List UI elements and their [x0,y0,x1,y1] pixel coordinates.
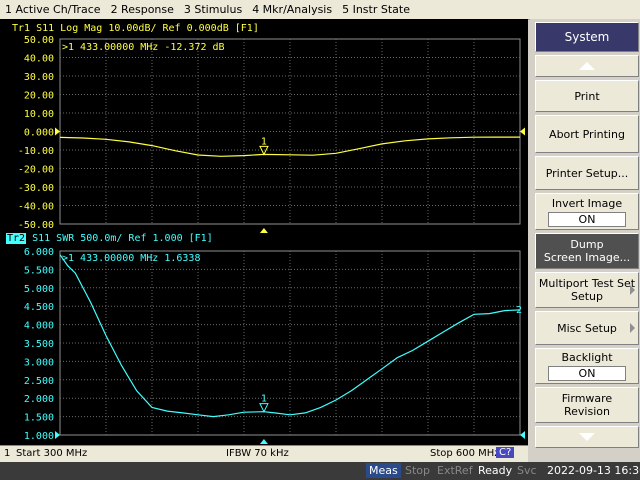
softkey-menu-title: System [535,22,639,52]
channel-number: 1 [4,448,11,459]
trace2-y-tick-label: 3.000 [24,357,54,368]
trace2-marker-1-icon [259,403,269,413]
abort-printing-label: Abort Printing [549,127,625,141]
instrument-status-bar: Meas Stop ExtRef Ready Svc 2022-09-13 16… [0,462,640,480]
firmware-label-line2: Revision [564,405,610,418]
trace1-y-tick-label: 30.00 [24,72,54,83]
trace1-marker-readout: >1 433.00000 MHz -12.372 dB [62,42,225,53]
stop-indicator: Stop [405,464,431,477]
ready-indicator: Ready [478,464,513,477]
trace2-title-bar[interactable]: Tr2 S11 SWR 500.0m/ Ref 1.000 [F1] [6,233,213,244]
trace1-y-tick-label: -20.00 [18,165,54,176]
trace2-stimulus-marker-icon [259,439,268,444]
trace2-active-tag: Tr2 [6,233,27,244]
menu-instr-state[interactable]: 5 Instr State [337,3,415,16]
firmware-label-line1: Firmware [561,392,613,405]
trace2-y-tick-label: 3.500 [24,339,54,350]
trace2-y-tick-label: 1.000 [24,431,54,442]
trace2-y-tick-label: 4.000 [24,321,54,332]
trace1-stimulus-marker-icon [259,228,268,233]
misc-setup-button[interactable]: Misc Setup [535,311,639,345]
printer-setup-button[interactable]: Printer Setup... [535,156,639,190]
extref-indicator: ExtRef [437,464,473,477]
backlight-button[interactable]: Backlight ON [535,348,639,384]
trace2-y-tick-label: 2.000 [24,394,54,405]
trace2-y-tick-label: 2.500 [24,376,54,387]
trace1-ref-left-icon [55,127,60,136]
trace1-y-tick-label: 20.00 [24,91,54,102]
menu-mkr-analysis[interactable]: 4 Mkr/Analysis [247,3,337,16]
invert-image-label: Invert Image [551,196,623,210]
dump-screen-image-button[interactable]: Dump Screen Image... [535,233,639,269]
trace1-y-tick-label: 50.00 [24,35,54,46]
trace2-y-tick-label: 6.000 [24,247,54,258]
trace1-marker-1-label: 1 [261,136,267,147]
submenu-arrow-icon [630,323,635,333]
invert-image-value: ON [548,211,626,227]
trace1-y-tick-label: -40.00 [18,202,54,213]
print-label: Print [574,89,600,103]
firmware-revision-button[interactable]: Firmware Revision [535,387,639,423]
trace2-ref-right-icon [520,431,525,439]
invert-image-button[interactable]: Invert Image ON [535,193,639,230]
abort-printing-button[interactable]: Abort Printing [535,115,639,153]
trace2-y-tick-label: 5.000 [24,284,54,295]
scroll-up-icon [579,62,595,70]
menu-response[interactable]: 2 Response [106,3,179,16]
trace2-y-tick-label: 1.500 [24,413,54,424]
dump-label-line2: Screen Image... [543,251,631,264]
trace1-y-tick-label: 0.000 [24,128,54,139]
trace2-y-tick-label: 4.500 [24,302,54,313]
dump-label-line1: Dump [570,238,604,251]
cal-status-badge[interactable]: C? [496,447,515,458]
channel-status-bar: 1 Start 300 MHz IFBW 70 kHz Stop 600 MHz… [0,445,528,462]
trace2-ref-left-icon [55,431,60,439]
submenu-arrow-icon [630,285,635,295]
trace1-y-tick-label: -10.00 [18,146,54,157]
softkey-panel: System Print Abort Printing Printer Setu… [530,19,640,462]
plot-area: 50.00 40.00 30.00 20.00 10.00 0.000 -10.00 -20.… [18,35,525,444]
trace2-y-tick-label: 5.500 [24,265,54,276]
menu-stimulus[interactable]: 3 Stimulus [179,3,247,16]
multiport-test-set-setup-button[interactable]: Multiport Test Set Setup [535,272,639,308]
trace1-y-tick-label: -30.00 [18,183,54,194]
stop-frequency[interactable]: Stop 600 MHz [430,448,500,459]
multiport-label-line1: Multiport Test Set [538,277,636,290]
scroll-down-icon [579,433,595,441]
measurement-screen[interactable]: 50.00 40.00 30.00 20.00 10.00 0.000 -10.00 -20.… [0,19,528,445]
datetime: 2022-09-13 16:30 [547,464,640,477]
start-frequency[interactable]: Start 300 MHz [16,448,87,459]
multiport-label-line2: Setup [570,290,604,303]
trace1-y-tick-label: -50.00 [18,220,54,231]
trace2-title: S11 SWR 500.0m/ Ref 1.000 [F1] [32,233,213,244]
trace1-title[interactable]: Tr1 S11 Log Mag 10.00dB/ Ref 0.000dB [F1… [12,23,259,34]
printer-setup-label: Printer Setup... [545,166,629,180]
backlight-value: ON [548,366,626,381]
trace1-y-tick-label: 10.00 [24,109,54,120]
menu-bar: 1 Active Ch/Trace 2 Response 3 Stimulus … [0,0,640,20]
print-button[interactable]: Print [535,80,639,112]
scroll-up-button[interactable] [535,55,639,77]
trace2-end-label: 2 [516,305,522,316]
trace2-marker-1-label: 1 [261,394,267,405]
ifbw-value[interactable]: IFBW 70 kHz [226,448,289,459]
backlight-label: Backlight [561,351,613,364]
svc-indicator: Svc [517,464,537,477]
menu-active-ch-trace[interactable]: 1 Active Ch/Trace [0,3,106,16]
trace2-marker-readout: >1 433.00000 MHz 1.6338 [62,253,201,264]
scroll-down-button[interactable] [535,426,639,448]
meas-indicator: Meas [366,463,401,478]
misc-setup-label: Misc Setup [557,321,617,335]
trace1-ref-right-icon [520,127,525,136]
trace1-y-tick-label: 40.00 [24,54,54,65]
